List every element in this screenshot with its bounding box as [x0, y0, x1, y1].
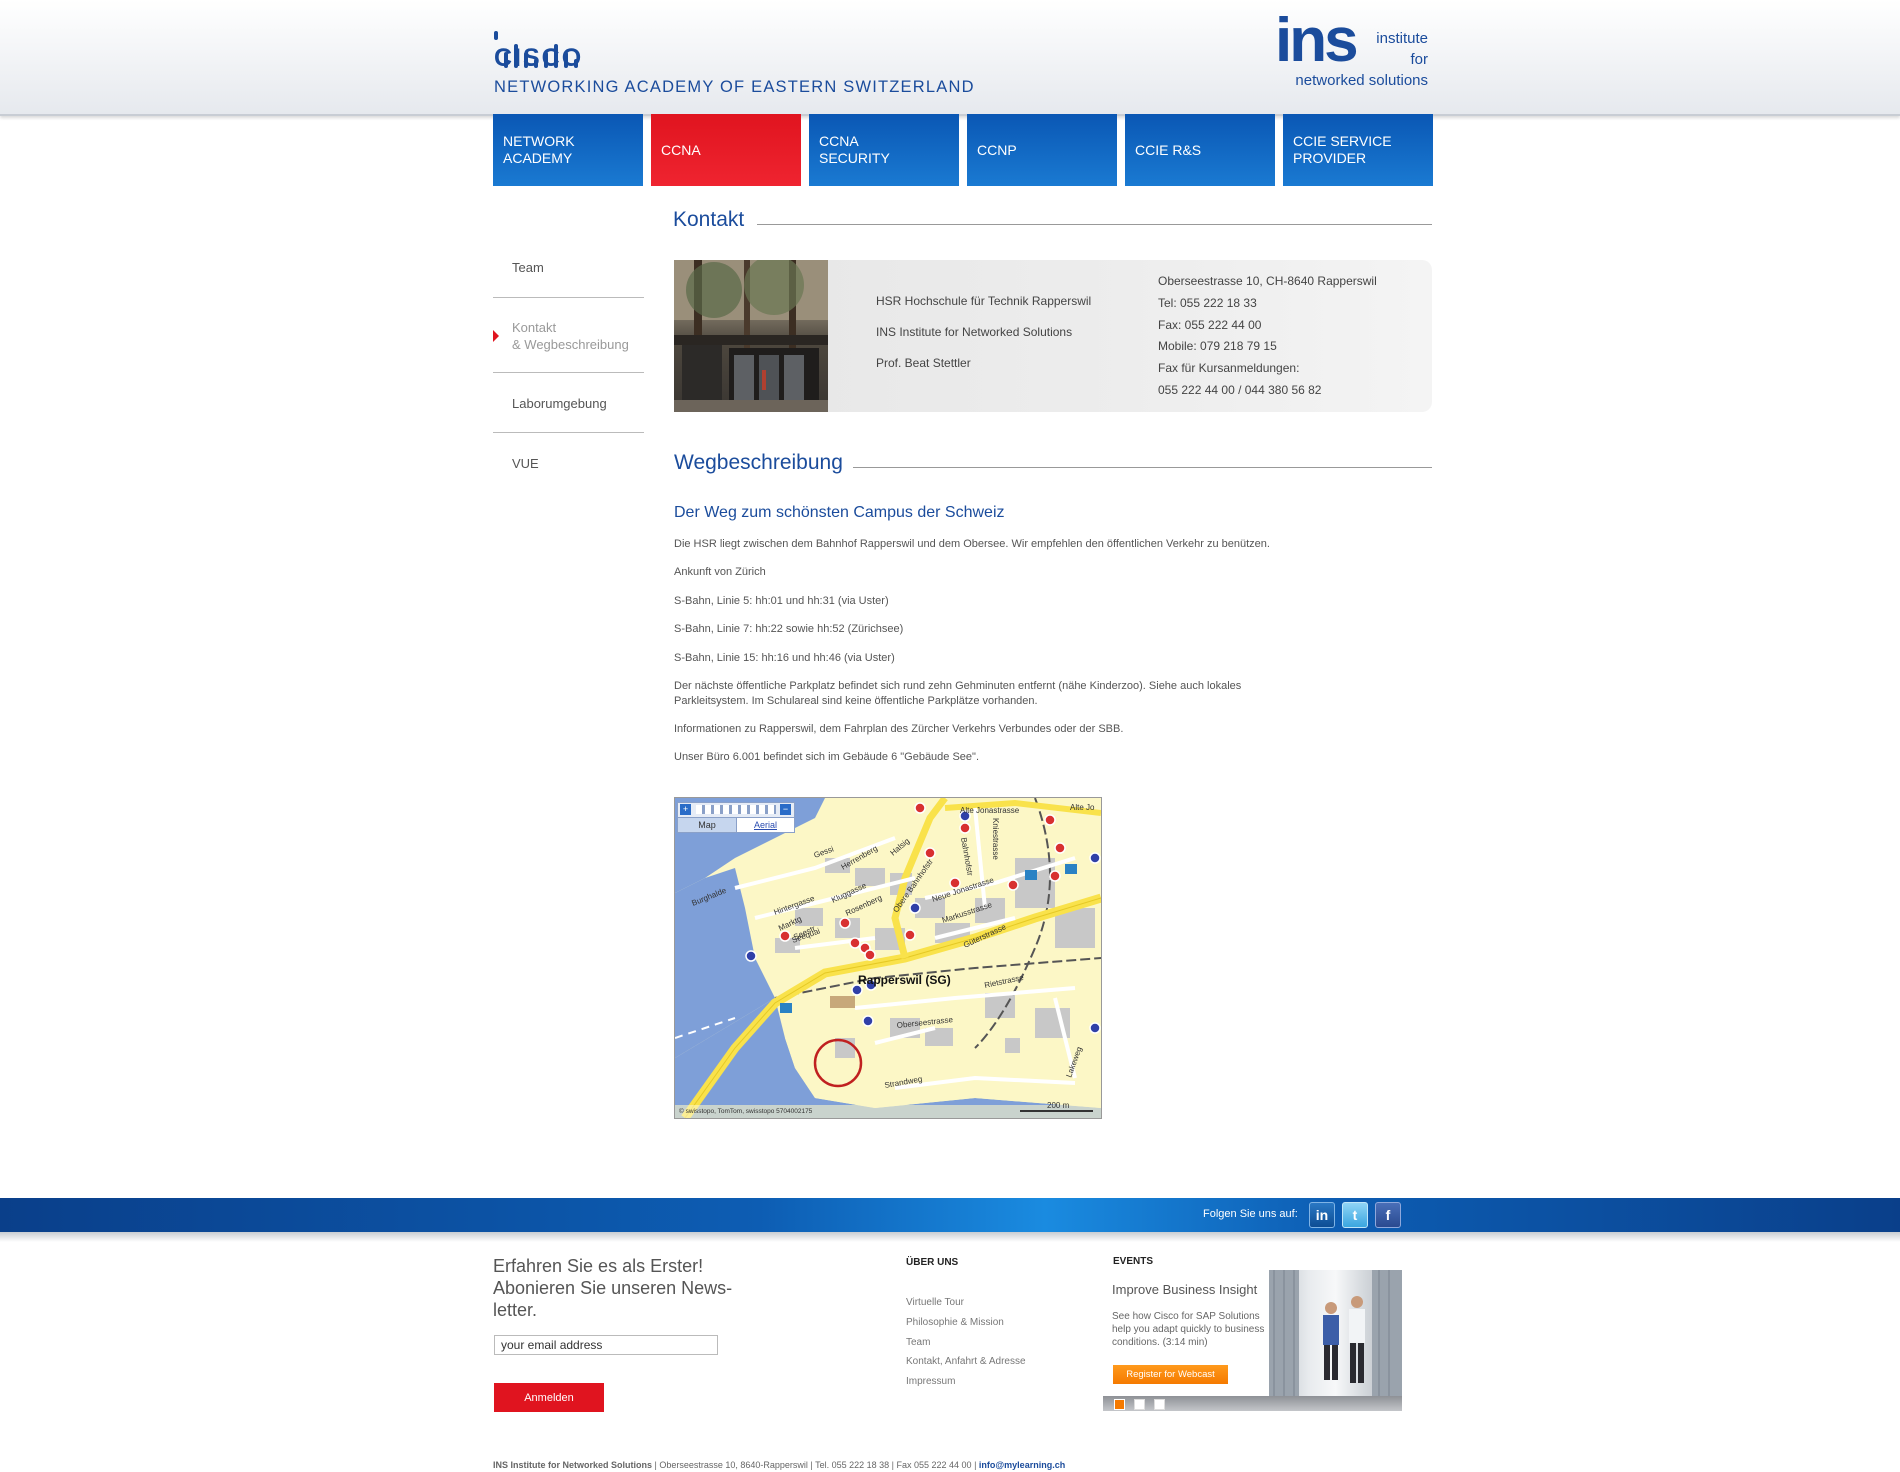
about-link-contact[interactable]: Kontakt, Anfahrt & Adresse: [906, 1356, 1026, 1367]
event-image: [1269, 1270, 1402, 1396]
zoom-slider[interactable]: [696, 805, 776, 814]
ins-tagline-3: networked solutions: [1295, 72, 1428, 89]
newsletter-email-input[interactable]: [494, 1335, 718, 1355]
campus-photo: [674, 260, 828, 412]
nav-tab-label: CCIE R&S: [1135, 141, 1202, 158]
campus-subheading: Der Weg zum schönsten Campus der Schweiz: [674, 504, 1005, 521]
contact-org-hsr: HSR Hochschule für Technik Rapperswil: [876, 294, 1092, 308]
street-label: Gessi: [813, 844, 836, 860]
ins-tagline-2: for: [1410, 51, 1428, 68]
street-label: Rietstrasse: [984, 973, 1026, 990]
street-label: Oberseestrasse: [896, 1015, 954, 1030]
nav-tab-ccnp[interactable]: CCNP: [967, 114, 1117, 186]
sidebar-item-laborumgebung[interactable]: Laborumgebung: [493, 395, 643, 412]
nav-tab-label: CCNA SECURITY: [819, 133, 890, 166]
footer-email-link[interactable]: info@mylearning.ch: [979, 1460, 1065, 1470]
nav-tab-network-academy[interactable]: NETWORK ACADEMY: [493, 114, 643, 186]
contact-mobile: Mobile: 079 218 79 15: [1158, 339, 1277, 353]
directions-arrival: Ankunft von Zürich: [674, 566, 766, 578]
events-title: EVENTS: [1113, 1256, 1154, 1267]
wegbeschreibung-heading: Wegbeschreibung: [674, 451, 843, 474]
academy-title: NETWORKING ACADEMY OF EASTERN SWITZERLAN…: [494, 78, 975, 96]
contact-org-ins: INS Institute for Networked Solutions: [876, 325, 1073, 339]
ins-logo[interactable]: ins institute for networked solutions: [1275, 10, 1435, 92]
map-scale-label: 200 m: [1047, 1101, 1070, 1110]
nav-tab-ccna-security[interactable]: CCNA SECURITY: [809, 114, 959, 186]
footer-imprint: INS Institute for Networked Solutions | …: [493, 1460, 1065, 1470]
contact-fax-course: 055 222 44 00 / 044 380 56 82: [1158, 383, 1322, 397]
nav-tab-ccie-service-provider[interactable]: CCIE SERVICE PROVIDER: [1283, 114, 1433, 186]
event-title: Improve Business Insight: [1112, 1282, 1258, 1297]
nav-tab-ccie-rs[interactable]: CCIE R&S: [1125, 114, 1275, 186]
map-copyright: © swisstopo, TomTom, swisstopo 570400217…: [679, 1107, 813, 1115]
nav-tab-label: NETWORK ACADEMY: [503, 133, 575, 166]
slider-dot-2[interactable]: [1134, 1399, 1145, 1410]
about-link-impressum[interactable]: Impressum: [906, 1376, 955, 1387]
heading-rule: [853, 467, 1432, 468]
directions-intro: Die HSR liegt zwischen dem Bahnhof Rappe…: [674, 538, 1270, 550]
heading-rule: [757, 224, 1432, 225]
sidebar-divider: [493, 372, 644, 373]
street-label: Bahnhofstr: [959, 837, 975, 877]
social-bar: [0, 1198, 1900, 1232]
location-map[interactable]: Alte Jonastrasse Alte Jo Bahnhofstr Knie…: [674, 797, 1102, 1119]
zoom-out-icon[interactable]: −: [780, 804, 791, 815]
twitter-icon[interactable]: t: [1342, 1202, 1368, 1228]
sidebar-item-kontakt[interactable]: Kontakt & Wegbeschreibung: [493, 319, 643, 353]
follow-label: Folgen Sie uns auf:: [1203, 1208, 1298, 1220]
zoom-in-icon[interactable]: +: [680, 804, 691, 815]
event-image-illustration: [1269, 1270, 1402, 1396]
map-type-aerial-tab[interactable]: Aerial: [736, 817, 795, 833]
sidebar-divider: [493, 432, 644, 433]
directions-sbahn-15: S-Bahn, Linie 15: hh:16 und hh:46 (via U…: [674, 652, 895, 664]
newsletter-heading: Erfahren Sie es als Erster! Abonieren Si…: [493, 1256, 733, 1320]
footer-org: INS Institute for Networked Solutions: [493, 1460, 653, 1470]
nav-tab-label: CCIE SERVICE PROVIDER: [1293, 133, 1392, 166]
register-webcast-button[interactable]: Register for Webcast: [1113, 1365, 1228, 1384]
cisco-wordmark: CISCO: [494, 44, 584, 72]
directions-parking: Der nächste öffentliche Parkplatz befind…: [674, 680, 1242, 707]
sidebar-divider: [493, 297, 644, 298]
map-zoom-control[interactable]: + −: [677, 802, 795, 818]
street-label: Kniestrasse: [991, 818, 1000, 860]
directions-sbahn-7: S-Bahn, Linie 7: hh:22 sowie hh:52 (Züri…: [674, 623, 904, 635]
footer-shadow: [0, 1232, 1900, 1242]
facebook-icon[interactable]: f: [1375, 1202, 1401, 1228]
sidebar-item-team[interactable]: Team: [493, 259, 643, 276]
contact-fax: Fax: 055 222 44 00: [1158, 318, 1262, 332]
about-link-team[interactable]: Team: [906, 1337, 930, 1348]
about-link-philosophy[interactable]: Philosophie & Mission: [906, 1317, 1004, 1328]
newsletter-subscribe-button[interactable]: Anmelden: [494, 1383, 604, 1412]
map-canvas: Alte Jonastrasse Alte Jo Bahnhofstr Knie…: [675, 798, 1101, 1118]
nav-tab-label: CCNA: [661, 141, 701, 158]
slider-dot-3[interactable]: [1154, 1399, 1165, 1410]
campus-photo-illustration: [674, 260, 828, 412]
sidebar-item-vue[interactable]: VUE: [493, 455, 643, 472]
event-slider-nav: [1103, 1396, 1402, 1411]
directions-office: Unser Büro 6.001 befindet sich im Gebäud…: [674, 751, 980, 763]
street-label: Alte Jo: [1070, 803, 1095, 812]
site-header: [0, 0, 1900, 116]
nav-tab-ccna[interactable]: CCNA: [651, 114, 801, 186]
street-label: Alte Jonastrasse: [960, 806, 1020, 815]
contact-tel: Tel: 055 222 18 33: [1158, 296, 1257, 310]
nav-tab-label: CCNP: [977, 141, 1017, 158]
about-title: ÜBER UNS: [906, 1257, 959, 1268]
linkedin-icon[interactable]: in: [1309, 1202, 1335, 1228]
directions-sbahn-5: S-Bahn, Linie 5: hh:01 und hh:31 (via Us…: [674, 595, 889, 607]
map-type-map-tab[interactable]: Map: [677, 817, 737, 833]
contact-address: Oberseestrasse 10, CH-8640 Rapperswil: [1158, 274, 1377, 288]
footer-address: | Oberseestrasse 10, 8640-Rapperswil | T…: [652, 1460, 979, 1470]
kontakt-heading: Kontakt: [673, 208, 745, 231]
slider-dot-1[interactable]: [1114, 1399, 1125, 1410]
about-link-virtual-tour[interactable]: Virtuelle Tour: [906, 1297, 964, 1308]
map-place-label: Rapperswil (SG): [858, 973, 951, 987]
contact-person: Prof. Beat Stettler: [876, 356, 971, 370]
cisco-logo[interactable]: CISCO: [494, 18, 604, 72]
contact-fax-course-label: Fax für Kursanmeldungen:: [1158, 361, 1300, 375]
ins-tagline-1: institute: [1376, 30, 1428, 47]
event-description: See how Cisco for SAP Solutions help you…: [1112, 1311, 1265, 1348]
directions-info: Informationen zu Rapperswil, dem Fahrpla…: [674, 723, 1124, 735]
ins-wordmark: ins: [1275, 6, 1359, 75]
